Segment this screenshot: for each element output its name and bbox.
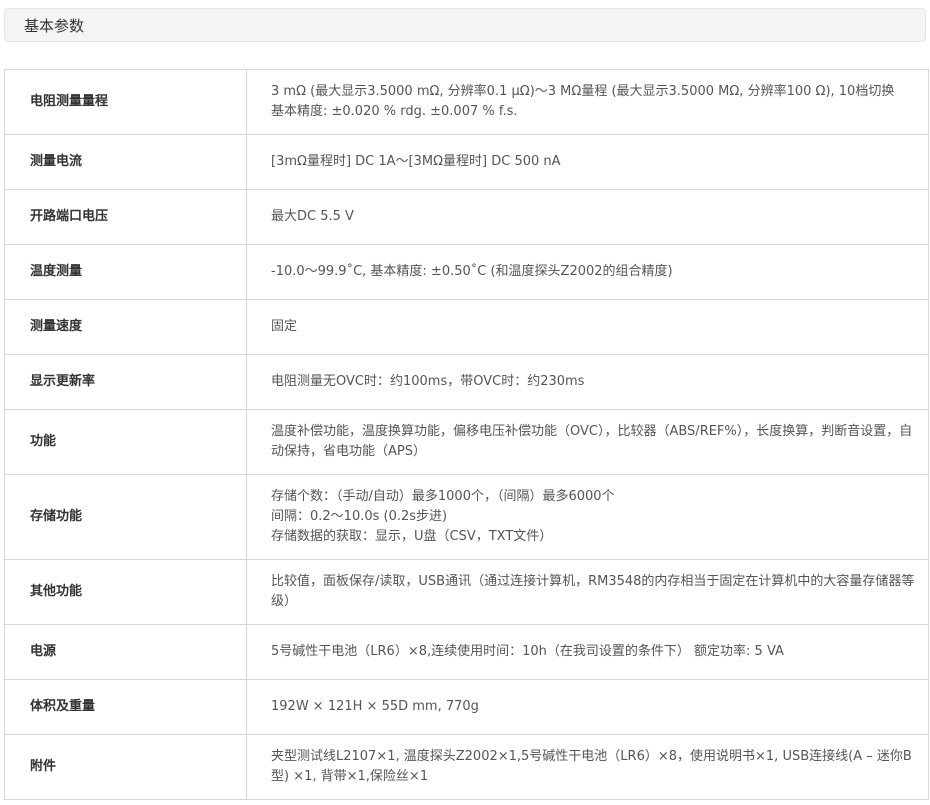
row-value: 存储个数：（手动/自动）最多1000个，（间隔）最多6000个 间隔：0.2～1…: [246, 474, 929, 560]
table-row: 开路端口电压 最大DC 5.5 V: [4, 189, 929, 245]
row-value: 192W × 121H × 55D mm, 770g: [246, 679, 929, 735]
value-line: 最大DC 5.5 V: [271, 209, 354, 224]
value-line: 夹型测试线L2107×1, 温度探头Z2002×1,5号碱性干电池（LR6）×8…: [271, 749, 912, 784]
row-label: 体积及重量: [4, 679, 247, 735]
table-row: 其他功能 比较值，面板保存/读取，USB通讯（通过连接计算机，RM3548的内存…: [4, 559, 929, 625]
table-row: 显示更新率 电阻测量无OVC时：约100ms，带OVC时：约230ms: [4, 354, 929, 410]
row-value: 固定: [246, 299, 929, 355]
row-label: 存储功能: [4, 474, 247, 560]
value-line: 固定: [271, 319, 298, 334]
row-label: 电源: [4, 624, 247, 680]
row-label: 功能: [4, 409, 247, 475]
value-line: 温度补偿功能，温度换算功能，偏移电压补偿功能（OVC），比较器（ABS/REF%…: [271, 424, 913, 459]
row-label: 测量电流: [4, 134, 247, 190]
row-value: [3mΩ量程时] DC 1A～[3MΩ量程时] DC 500 nA: [246, 134, 929, 190]
row-value: 电阻测量无OVC时：约100ms，带OVC时：约230ms: [246, 354, 929, 410]
table-row: 电阻测量量程 3 mΩ (最大显示3.5000 mΩ, 分辨率0.1 μΩ)～3…: [4, 69, 929, 135]
row-value: 5号碱性干电池（LR6）×8,连续使用时间：10h（在我司设置的条件下） 额定功…: [246, 624, 929, 680]
row-value: 温度补偿功能，温度换算功能，偏移电压补偿功能（OVC），比较器（ABS/REF%…: [246, 409, 929, 475]
row-value: 夹型测试线L2107×1, 温度探头Z2002×1,5号碱性干电池（LR6）×8…: [246, 734, 929, 800]
table-row: 存储功能 存储个数：（手动/自动）最多1000个，（间隔）最多6000个 间隔：…: [4, 474, 929, 560]
row-value: 比较值，面板保存/读取，USB通讯（通过连接计算机，RM3548的内存相当于固定…: [246, 559, 929, 625]
value-line: 比较值，面板保存/读取，USB通讯（通过连接计算机，RM3548的内存相当于固定…: [271, 574, 915, 609]
value-line: 存储数据的获取：显示，U盘（CSV，TXT文件）: [271, 529, 553, 544]
section-header: 基本参数: [4, 8, 926, 42]
value-line: 电阻测量无OVC时：约100ms，带OVC时：约230ms: [271, 374, 585, 389]
value-line: 192W × 121H × 55D mm, 770g: [271, 699, 479, 714]
row-value: 3 mΩ (最大显示3.5000 mΩ, 分辨率0.1 μΩ)～3 MΩ量程 (…: [246, 69, 929, 135]
row-value: -10.0～99.9˚C, 基本精度: ±0.50˚C (和温度探头Z2002的…: [246, 244, 929, 300]
spec-table: 电阻测量量程 3 mΩ (最大显示3.5000 mΩ, 分辨率0.1 μΩ)～3…: [4, 69, 929, 800]
value-line: 存储个数：（手动/自动）最多1000个，（间隔）最多6000个: [271, 489, 615, 504]
table-row: 温度测量 -10.0～99.9˚C, 基本精度: ±0.50˚C (和温度探头Z…: [4, 244, 929, 300]
row-value: 最大DC 5.5 V: [246, 189, 929, 245]
value-line: [3mΩ量程时] DC 1A～[3MΩ量程时] DC 500 nA: [271, 154, 561, 169]
value-line: -10.0～99.9˚C, 基本精度: ±0.50˚C (和温度探头Z2002的…: [271, 264, 673, 279]
table-row: 附件 夹型测试线L2107×1, 温度探头Z2002×1,5号碱性干电池（LR6…: [4, 734, 929, 800]
value-line: 3 mΩ (最大显示3.5000 mΩ, 分辨率0.1 μΩ)～3 MΩ量程 (…: [271, 84, 895, 99]
row-label: 显示更新率: [4, 354, 247, 410]
section-title: 基本参数: [24, 16, 85, 35]
row-label: 开路端口电压: [4, 189, 247, 245]
value-line: 间隔：0.2～10.0s (0.2s步进): [271, 509, 448, 524]
row-label: 测量速度: [4, 299, 247, 355]
value-line: 基本精度: ±0.020 % rdg. ±0.007 % f.s.: [271, 104, 518, 119]
spec-page: 基本参数 电阻测量量程 3 mΩ (最大显示3.5000 mΩ, 分辨率0.1 …: [0, 0, 930, 805]
table-row: 测量电流 [3mΩ量程时] DC 1A～[3MΩ量程时] DC 500 nA: [4, 134, 929, 190]
row-label: 温度测量: [4, 244, 247, 300]
row-label: 附件: [4, 734, 247, 800]
row-label: 电阻测量量程: [4, 69, 247, 135]
table-row: 功能 温度补偿功能，温度换算功能，偏移电压补偿功能（OVC），比较器（ABS/R…: [4, 409, 929, 475]
row-label: 其他功能: [4, 559, 247, 625]
table-row: 测量速度 固定: [4, 299, 929, 355]
value-line: 5号碱性干电池（LR6）×8,连续使用时间：10h（在我司设置的条件下） 额定功…: [271, 644, 784, 659]
table-row: 体积及重量 192W × 121H × 55D mm, 770g: [4, 679, 929, 735]
table-row: 电源 5号碱性干电池（LR6）×8,连续使用时间：10h（在我司设置的条件下） …: [4, 624, 929, 680]
